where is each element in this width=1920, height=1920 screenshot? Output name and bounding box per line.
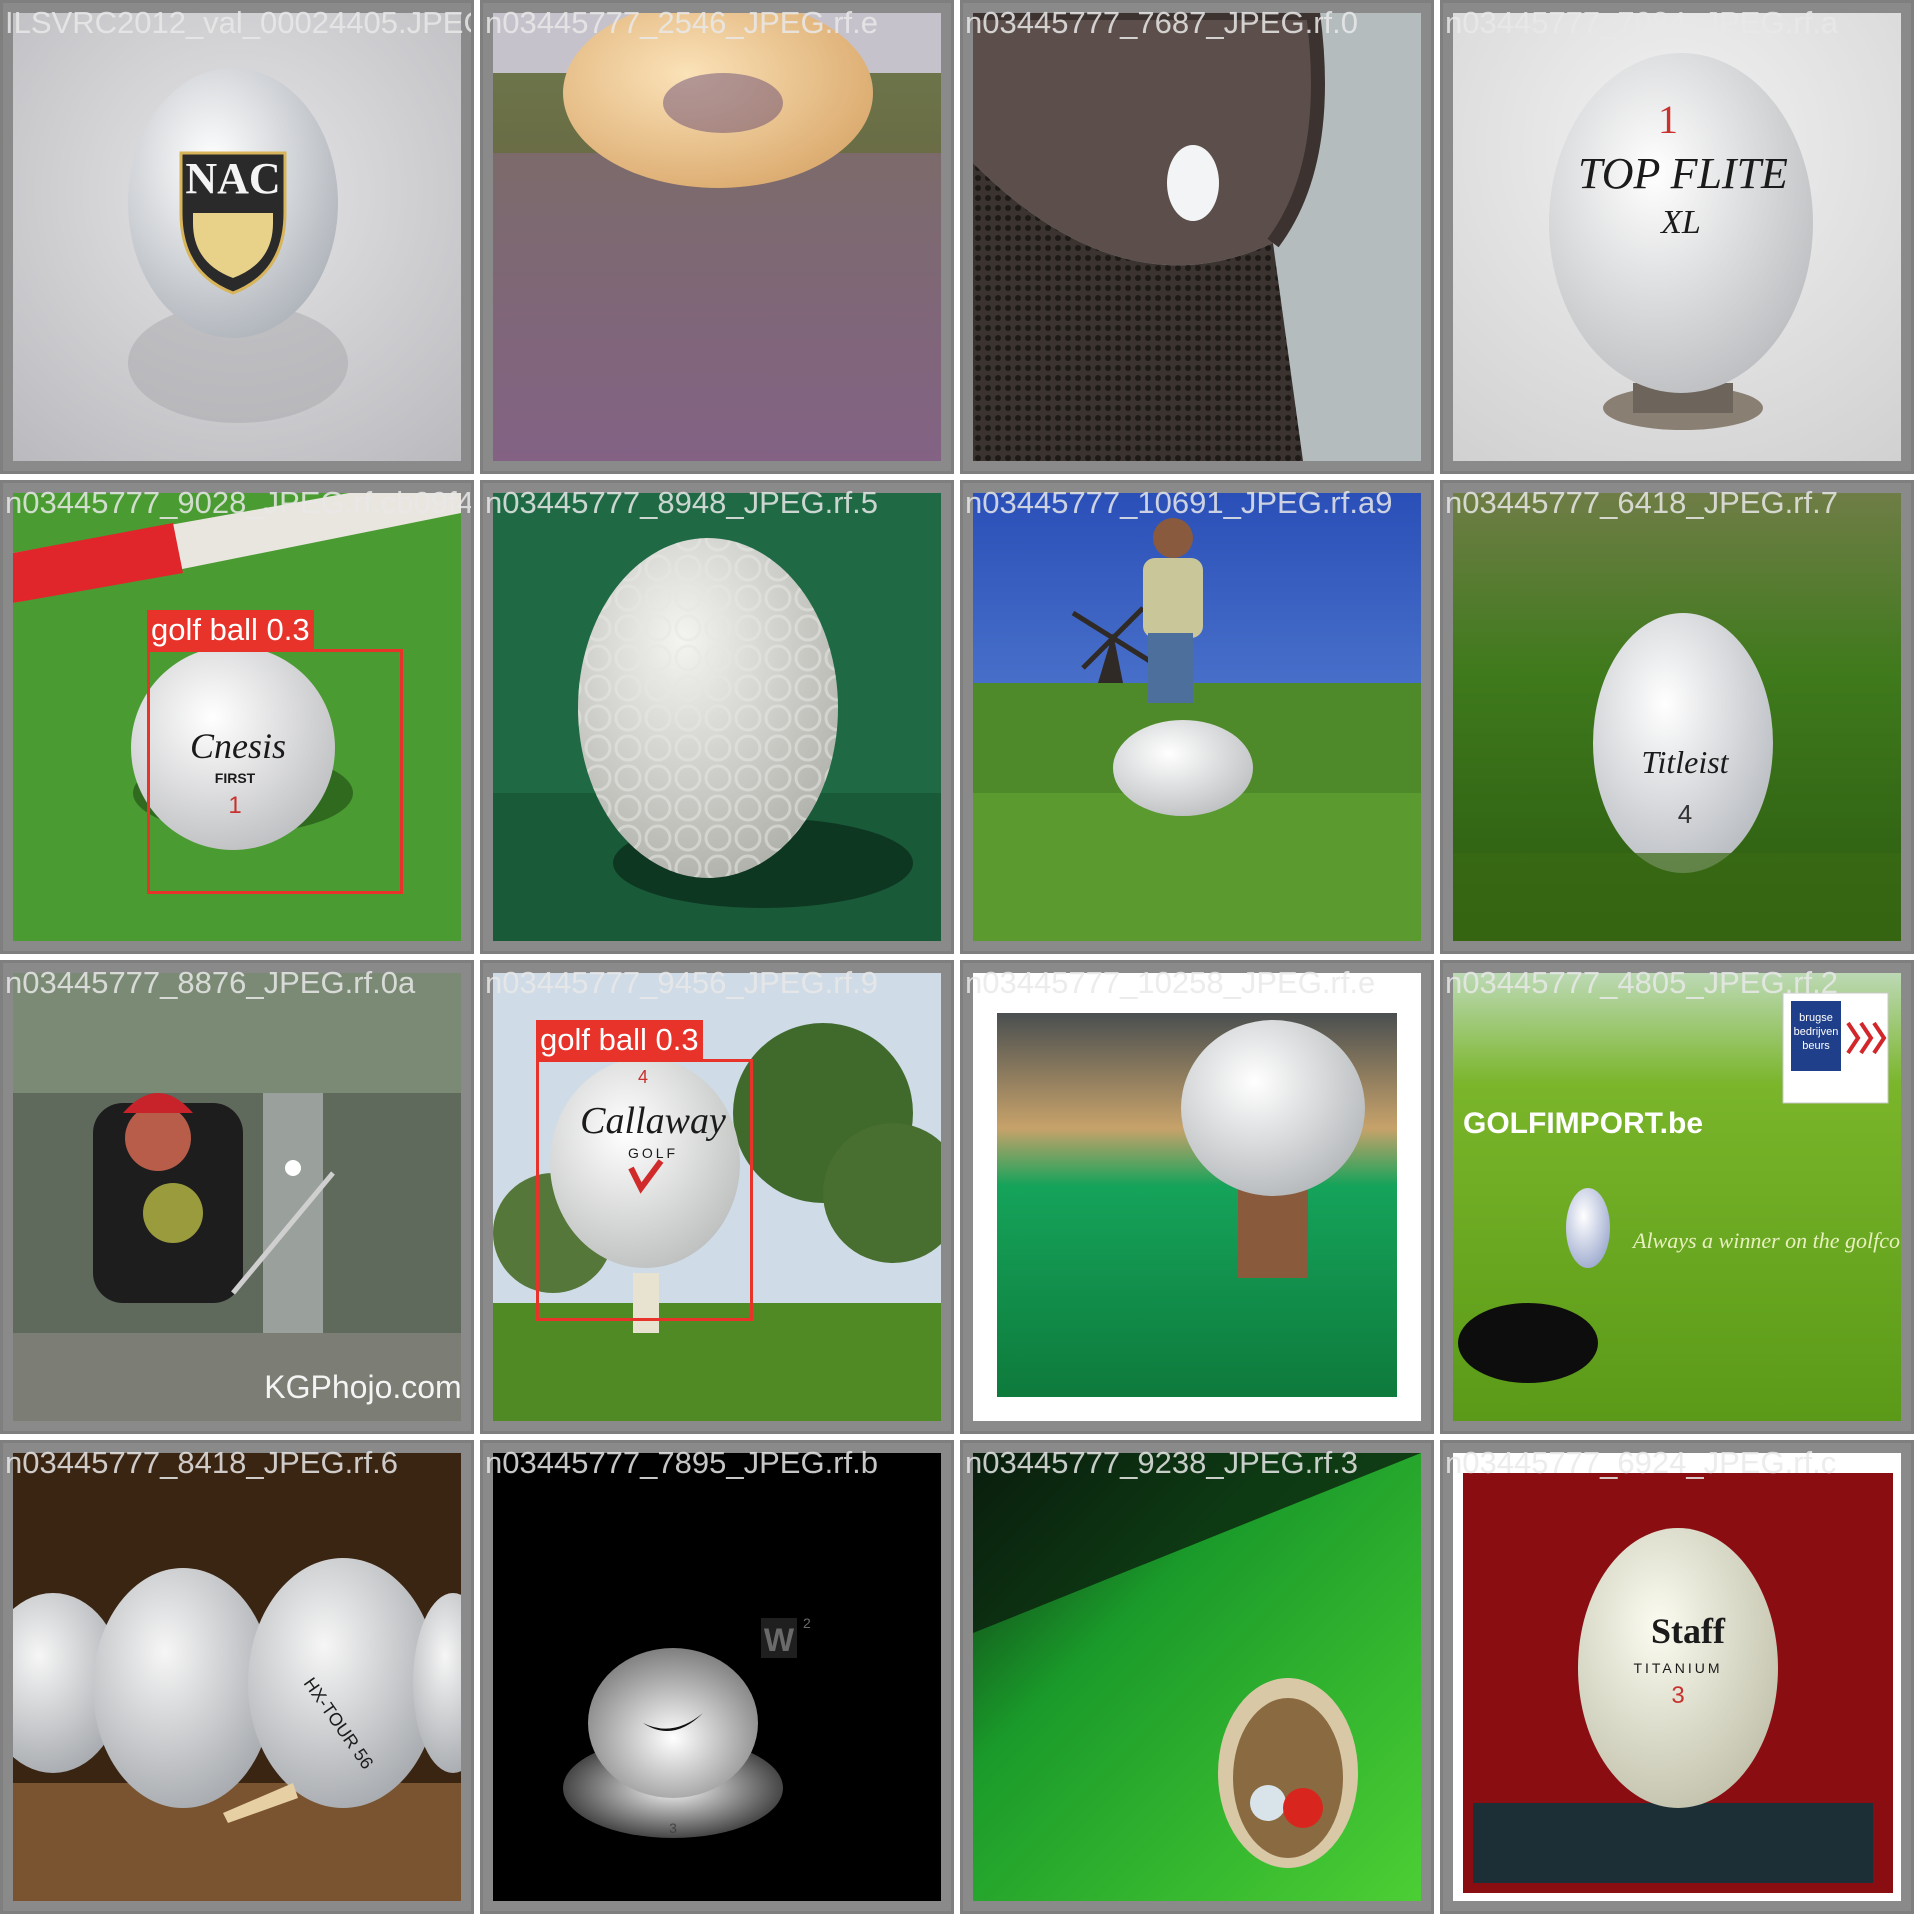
- tile: n03445777_2546_JPEG.rf.e: [480, 0, 954, 474]
- ball-number: 1: [1658, 97, 1678, 142]
- tile: brugse bedrijven beurs GOLFIMPORT.be Alw…: [1440, 960, 1914, 1434]
- ball-brand: Staff: [1651, 1611, 1726, 1651]
- banner-slogan: Always a winner on the golfcourt: [1631, 1228, 1901, 1253]
- detection-box: golf ball 0.3: [147, 610, 403, 894]
- ball-brand: Titleist: [1641, 744, 1729, 780]
- tile: Titleist 4 n03445777_6418_JPEG.rf.7: [1440, 480, 1914, 954]
- tile: n03445777_10258_JPEG.rf.e: [960, 960, 1434, 1434]
- tile: Cnesis FIRST 1 golf ball 0.3 n03445777_9…: [0, 480, 474, 954]
- image-mosaic: NAC ILSVRC2012_val_00024405.JPEG.rf. n03…: [0, 0, 1920, 1920]
- sign-text: brugse: [1799, 1012, 1833, 1024]
- tile: n03445777_9238_JPEG.rf.3: [960, 1440, 1434, 1914]
- ball-number: 4: [1678, 799, 1692, 829]
- photo: 3 W 2: [493, 1453, 941, 1901]
- photo: HX-TOUR 56: [13, 1453, 461, 1901]
- photo: NAC: [13, 13, 461, 461]
- watermark-sup: 2: [803, 1615, 811, 1631]
- tile: HX-TOUR 56 n03445777_8418_JPEG.rf.6: [0, 1440, 474, 1914]
- photo: [973, 1453, 1421, 1901]
- watermark: W: [764, 1622, 795, 1658]
- ball-model: XL: [1659, 204, 1701, 241]
- tile: n03445777_8948_JPEG.rf.5: [480, 480, 954, 954]
- tile: 1 TOP FLITE XL n03445777_7084_JPEG.rf.a: [1440, 0, 1914, 474]
- sign-text: bedrijven: [1794, 1026, 1839, 1038]
- photo: [973, 13, 1421, 461]
- sign-text: beurs: [1802, 1040, 1830, 1052]
- tile: 3 W 2 n03445777_7895_JPEG.rf.b: [480, 1440, 954, 1914]
- tile: NAC ILSVRC2012_val_00024405.JPEG.rf.: [0, 0, 474, 474]
- photo: [973, 973, 1421, 1421]
- ball-brand: TOP FLITE: [1578, 149, 1788, 198]
- watermark: KGPhojo.com: [264, 1369, 461, 1405]
- detection-label: golf ball 0.3: [147, 610, 314, 650]
- ball-number: 3: [1671, 1682, 1684, 1709]
- detection-box: golf ball 0.3: [536, 1020, 753, 1321]
- detection-label: golf ball 0.3: [536, 1020, 703, 1060]
- banner-logo: GOLFIMPORT.be: [1463, 1107, 1703, 1140]
- photo: KGPhojo.com: [13, 973, 461, 1421]
- tile: n03445777_10691_JPEG.rf.a9: [960, 480, 1434, 954]
- logo-text: NAC: [185, 154, 280, 203]
- photo: [493, 493, 941, 941]
- tile: Staff TITANIUM 3 n03445777_6924_JPEG.rf.…: [1440, 1440, 1914, 1914]
- ball-model: TITANIUM: [1633, 1660, 1722, 1676]
- tile: 4 Callaway GOLF golf ball 0.3 n03445777_…: [480, 960, 954, 1434]
- photo: brugse bedrijven beurs GOLFIMPORT.be Alw…: [1453, 973, 1901, 1421]
- tile: n03445777_7687_JPEG.rf.0: [960, 0, 1434, 474]
- photo: Titleist 4: [1453, 493, 1901, 941]
- tile: KGPhojo.com n03445777_8876_JPEG.rf.0a: [0, 960, 474, 1434]
- photo: [973, 493, 1421, 941]
- photo: Staff TITANIUM 3: [1453, 1453, 1901, 1901]
- ball-number: 3: [669, 1820, 677, 1836]
- photo: 1 TOP FLITE XL: [1453, 13, 1901, 461]
- photo: [493, 13, 941, 461]
